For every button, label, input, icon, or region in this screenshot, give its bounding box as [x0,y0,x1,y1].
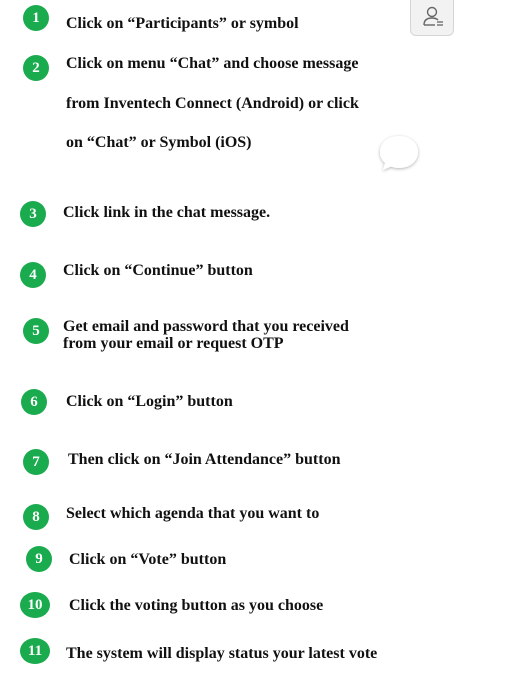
step-9-text: Click on “Vote” button [69,551,227,568]
step-5-text-line-1: Get email and password that you received [63,318,349,335]
step-1-badge: 1 [23,5,49,31]
step-10-badge: 10 [20,592,50,618]
step-4-badge: 4 [20,262,46,288]
step-6-text: Click on “Login” button [66,393,233,410]
step-2-badge: 2 [23,55,49,81]
participants-icon[interactable] [410,0,454,36]
step-11-badge: 11 [20,638,50,664]
step-2-text-line-1: Click on menu “Chat” and choose message [66,55,359,72]
step-11-text: The system will display status your late… [66,645,378,662]
step-9-badge: 9 [26,546,52,572]
step-5-text-line-2: from your email or request OTP [63,335,284,352]
chat-bubble-icon[interactable] [374,130,424,181]
step-10-text: Click the voting button as you choose [69,597,324,614]
step-5-badge: 5 [23,318,49,344]
step-7-text: Then click on “Join Attendance” button [68,451,341,468]
step-2-text-line-3: on “Chat” or Symbol (iOS) [66,134,252,151]
step-7-badge: 7 [23,449,49,475]
step-6-badge: 6 [21,389,47,415]
step-2-text-line-2: from Inventech Connect (Android) or clic… [66,95,359,112]
step-3-text: Click link in the chat message. [63,204,271,221]
step-8-badge: 8 [23,504,49,530]
step-4-text: Click on “Continue” button [63,262,253,279]
step-1-text: Click on “Participants” or symbol [66,15,299,32]
step-3-badge: 3 [20,201,46,227]
step-8-text: Select which agenda that you want to [66,505,320,522]
